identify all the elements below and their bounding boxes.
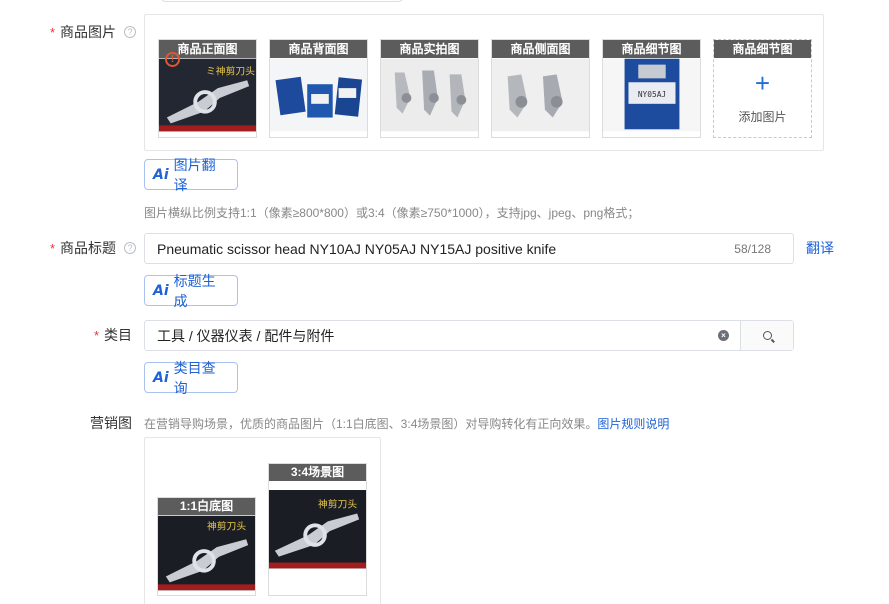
product-images-box: 商品正面图 ! ミ神剪刀头 商品背面图 商品实拍图 商品侧面图 商品细节图 NY… — [144, 14, 824, 151]
category-label: * 类目 — [93, 327, 132, 343]
svg-text:神剪刀头: 神剪刀头 — [318, 498, 357, 511]
marketing-slot-scene[interactable]: 3:4场景图 神剪刀头 — [268, 463, 367, 596]
marketing-slot-white-bg[interactable]: 1:1白底图 神剪刀头 — [157, 497, 256, 596]
clear-icon[interactable]: × — [718, 330, 729, 341]
char-count: 58/128 — [734, 241, 771, 256]
previous-field-edge — [160, 0, 404, 2]
help-icon[interactable]: ? — [124, 242, 136, 254]
image-rules-link[interactable]: 图片规则说明 — [597, 417, 669, 431]
warning-icon[interactable]: ! — [165, 52, 180, 67]
product-images-label: * 商品图片? — [40, 22, 136, 42]
ai-icon: Ai — [153, 369, 169, 386]
marketing-images-box: 1:1白底图 神剪刀头 3:4场景图 神剪刀头 — [144, 437, 381, 604]
title-label: * 商品标题? — [40, 238, 136, 258]
ai-icon: Ai — [153, 282, 169, 299]
marketing-hint: 在营销导购场景，优质的商品图片（1:1白底图、3:4场景图）对导购转化有正向效果… — [144, 417, 670, 431]
image-slot-side[interactable]: 商品侧面图 — [491, 39, 590, 138]
plus-icon: + — [754, 68, 771, 98]
add-image-slot[interactable]: 商品细节图 + 添加图片 — [713, 39, 812, 138]
product-title-value[interactable]: Pneumatic scissor head NY10AJ NY05AJ NY1… — [157, 241, 734, 257]
marketing-photo-square: 神剪刀头 — [158, 515, 255, 591]
translate-link[interactable]: 翻译 — [806, 238, 834, 258]
category-query-button[interactable]: Ai 类目查询 — [144, 360, 238, 396]
title-generate-button[interactable]: Ai 标题生成 — [144, 273, 238, 309]
product-title-input[interactable]: Pneumatic scissor head NY10AJ NY05AJ NY1… — [144, 233, 794, 264]
category-value[interactable]: 工具 / 仪器仪表 / 配件与附件 — [145, 326, 718, 346]
product-photo-real — [381, 58, 478, 132]
product-photo-front: ミ神剪刀头 — [159, 58, 256, 132]
product-photo-detail: NY05AJ — [603, 58, 700, 132]
image-slot-front[interactable]: 商品正面图 ! ミ神剪刀头 — [158, 39, 257, 138]
category-search-button[interactable] — [740, 321, 793, 350]
add-image-label: 添加图片 — [738, 110, 787, 124]
help-icon[interactable]: ? — [124, 26, 136, 38]
ai-icon: Ai — [153, 166, 169, 183]
marketing-label: 营销图 — [90, 415, 132, 431]
search-icon — [762, 331, 772, 340]
svg-text:NY05AJ: NY05AJ — [638, 90, 666, 99]
marketing-photo-portrait: 神剪刀头 — [269, 482, 366, 595]
image-slot-back[interactable]: 商品背面图 — [269, 39, 368, 138]
svg-text:ミ神剪刀头: ミ神剪刀头 — [206, 64, 255, 77]
product-photo-side — [492, 58, 589, 132]
product-photo-back — [270, 58, 367, 132]
image-slot-real[interactable]: 商品实拍图 — [380, 39, 479, 138]
svg-text:神剪刀头: 神剪刀头 — [207, 519, 246, 532]
image-format-hint: 图片横纵比例支持1:1（像素≥800*800）或3:4（像素≥750*1000）… — [144, 206, 640, 220]
image-translate-button[interactable]: Ai 图片翻译 — [144, 157, 238, 193]
image-slot-detail[interactable]: 商品细节图 NY05AJ — [602, 39, 701, 138]
category-select[interactable]: 工具 / 仪器仪表 / 配件与附件 × — [144, 320, 794, 351]
